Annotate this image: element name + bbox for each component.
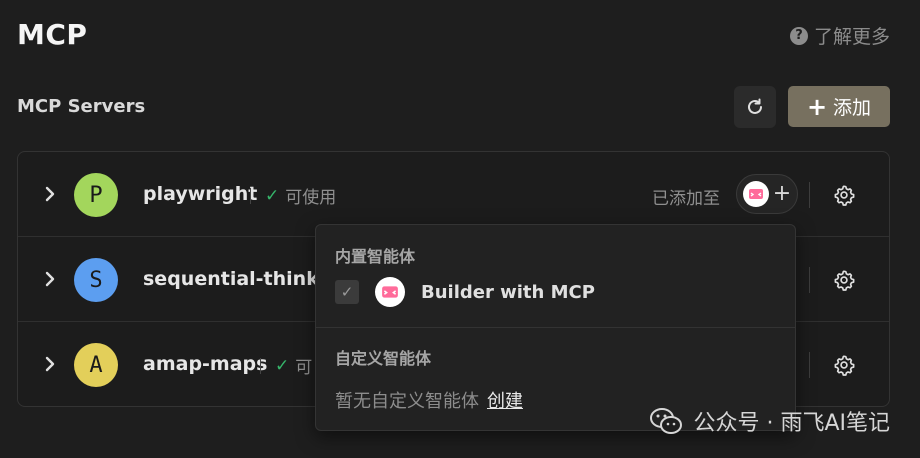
status-label: 可 xyxy=(295,358,313,378)
gear-icon[interactable] xyxy=(833,269,855,291)
refresh-icon xyxy=(748,98,762,114)
help-icon: ? xyxy=(789,26,808,45)
server-name: amap-maps xyxy=(143,353,268,375)
agent-dropdown: 内置智能体 ✓ Builder with MCP 自定义智能体 暂无自定义智能体… xyxy=(315,224,796,431)
refresh-button[interactable] xyxy=(734,86,776,128)
custom-agents-empty: 暂无自定义智能体 创建 xyxy=(335,387,523,413)
check-icon: ✓ xyxy=(265,185,280,206)
watermark: 公众号 · 雨飞AI笔记 xyxy=(649,405,890,437)
server-name: playwright xyxy=(143,183,258,205)
gear-icon[interactable] xyxy=(833,354,855,376)
server-avatar: S xyxy=(74,258,118,302)
divider xyxy=(809,182,810,208)
gear-icon[interactable] xyxy=(833,184,855,206)
watermark-text: 公众号 · 雨飞AI笔记 xyxy=(693,411,890,436)
page-title: MCP xyxy=(17,18,88,51)
builtin-agent-item[interactable]: ✓ Builder with MCP xyxy=(335,277,595,307)
chevron-right-icon[interactable] xyxy=(44,186,56,202)
plus-icon: + xyxy=(806,92,828,121)
added-to-label: 已添加至 xyxy=(652,189,720,209)
server-avatar: A xyxy=(74,343,118,387)
builtin-agents-heading: 内置智能体 xyxy=(335,247,416,266)
builder-logo-icon xyxy=(375,277,405,307)
add-to-agent-button[interactable]: + xyxy=(736,174,798,214)
divider xyxy=(809,267,810,293)
divider xyxy=(809,352,810,378)
server-avatar: P xyxy=(74,173,118,217)
wechat-icon xyxy=(650,408,683,434)
divider xyxy=(260,358,261,374)
status-badge: ✓ 可使用 xyxy=(265,183,337,209)
chevron-right-icon[interactable] xyxy=(44,271,56,287)
section-title: MCP Servers xyxy=(17,96,146,117)
plus-icon: + xyxy=(772,181,792,206)
status-label: 可使用 xyxy=(285,188,337,208)
divider xyxy=(250,188,251,204)
empty-text: 暂无自定义智能体 xyxy=(335,391,479,412)
create-agent-link[interactable]: 创建 xyxy=(487,387,523,413)
divider xyxy=(316,327,795,328)
learn-more-link[interactable]: ? 了解更多 xyxy=(789,22,890,49)
add-server-button[interactable]: + 添加 xyxy=(788,86,890,127)
custom-agents-heading: 自定义智能体 xyxy=(335,349,432,368)
builder-logo-icon xyxy=(742,181,769,207)
status-badge: ✓ 可 xyxy=(275,353,313,379)
chevron-right-icon[interactable] xyxy=(44,356,56,372)
agent-label: Builder with MCP xyxy=(421,281,595,303)
agent-checkbox[interactable]: ✓ xyxy=(335,280,359,304)
learn-more-label: 了解更多 xyxy=(813,26,890,48)
add-button-label: 添加 xyxy=(833,97,872,119)
check-icon: ✓ xyxy=(275,355,290,376)
